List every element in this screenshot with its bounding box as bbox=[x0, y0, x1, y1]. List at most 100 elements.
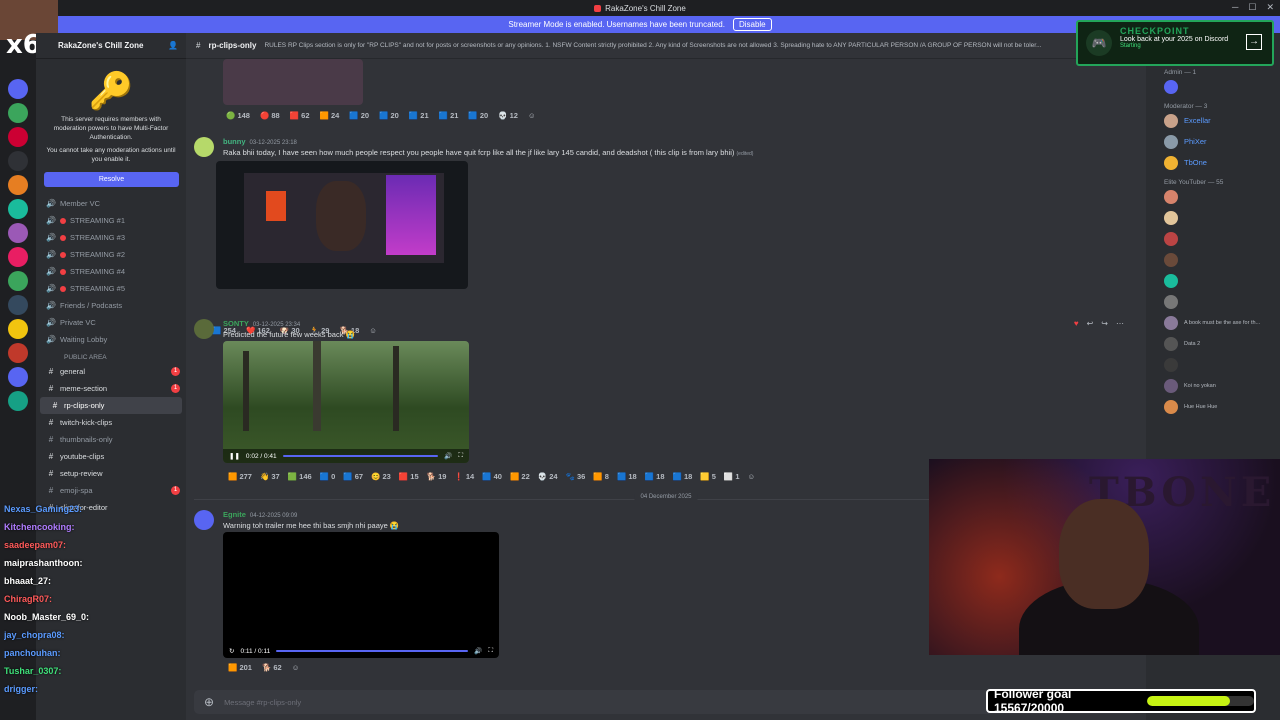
message-author[interactable]: SONTY 03-12-2025 23:34 bbox=[223, 319, 300, 328]
add-reaction-icon[interactable]: ☺ bbox=[748, 472, 756, 481]
voice-channel[interactable]: 🔊 Waiting Lobby bbox=[36, 331, 186, 348]
video-player[interactable]: ❚❚ 0:02 / 0:41 🔊 ⛶ bbox=[223, 341, 469, 463]
more-icon[interactable]: ⋯ bbox=[1116, 319, 1124, 328]
text-channel[interactable]: # twitch-kick-clips bbox=[36, 414, 186, 431]
reaction[interactable]: 🟧 24 bbox=[320, 111, 340, 120]
server-icon[interactable] bbox=[8, 223, 28, 243]
member-item[interactable] bbox=[1146, 186, 1280, 207]
previous-video-thumbnail[interactable] bbox=[223, 59, 363, 105]
reaction[interactable]: 🟦 21 bbox=[439, 111, 459, 120]
fullscreen-icon[interactable]: ⛶ bbox=[488, 647, 493, 655]
server-icon[interactable] bbox=[8, 79, 28, 99]
voice-channel[interactable]: 🔊 Private VC bbox=[36, 314, 186, 331]
reaction[interactable]: 💀 24 bbox=[538, 472, 558, 481]
heart-icon[interactable]: ♥ bbox=[1074, 319, 1079, 328]
server-icon[interactable] bbox=[8, 343, 28, 363]
add-member-icon[interactable]: 👤 bbox=[168, 41, 178, 50]
arrow-right-icon[interactable]: → bbox=[1246, 34, 1262, 50]
text-channel[interactable]: # youtube-clips bbox=[36, 448, 186, 465]
add-attachment-icon[interactable]: ⊕ bbox=[204, 695, 214, 709]
member-item[interactable]: Data 2 bbox=[1146, 333, 1280, 354]
voice-channel[interactable]: 🔊 Member VC bbox=[36, 195, 186, 212]
reaction[interactable]: 🟦 40 bbox=[482, 472, 502, 481]
member-item[interactable]: Hue Hue Hue bbox=[1146, 396, 1280, 417]
server-icon[interactable] bbox=[8, 247, 28, 267]
member-item[interactable] bbox=[1146, 228, 1280, 249]
reaction[interactable]: 🟧 22 bbox=[510, 472, 530, 481]
server-icon[interactable] bbox=[8, 295, 28, 315]
reaction[interactable]: 🟦 18 bbox=[673, 472, 693, 481]
volume-icon[interactable]: 🔊 bbox=[474, 647, 482, 655]
member-item[interactable] bbox=[1146, 76, 1280, 97]
reaction[interactable]: 🟥 15 bbox=[399, 472, 419, 481]
text-channel-active[interactable]: # rp-clips-only bbox=[40, 397, 182, 415]
message-author[interactable]: bunny 03-12-2025 23:18 bbox=[223, 137, 297, 146]
server-icon[interactable] bbox=[8, 151, 28, 171]
server-icon[interactable] bbox=[8, 103, 28, 123]
reaction[interactable]: 🟦 20 bbox=[468, 111, 488, 120]
reaction[interactable]: 🔴 88 bbox=[260, 111, 280, 120]
text-channel[interactable]: # meme-section 1 bbox=[36, 380, 186, 397]
member-item[interactable] bbox=[1146, 291, 1280, 312]
reaction[interactable]: 🟧 8 bbox=[593, 472, 609, 481]
voice-channel[interactable]: 🔊 STREAMING #2 bbox=[36, 246, 186, 263]
category-public-area[interactable]: PUBLIC AREA bbox=[36, 348, 186, 363]
server-header[interactable]: RakaZone's Chill Zone 👤 bbox=[36, 33, 186, 59]
server-icon[interactable] bbox=[8, 391, 28, 411]
text-channel[interactable]: # thumbnails-only bbox=[36, 431, 186, 448]
server-icon[interactable] bbox=[8, 175, 28, 195]
reaction[interactable]: 🟦 67 bbox=[343, 472, 363, 481]
member-item[interactable]: TbOne bbox=[1146, 152, 1280, 173]
reply-icon[interactable]: ↩ bbox=[1087, 319, 1094, 328]
reaction[interactable]: ❗ 14 bbox=[454, 472, 474, 481]
add-reaction-icon[interactable]: ☺ bbox=[528, 111, 536, 120]
resolve-button[interactable]: Resolve bbox=[44, 172, 179, 188]
text-channel[interactable]: # general 1 bbox=[36, 363, 186, 380]
reaction[interactable]: 🟦 18 bbox=[617, 472, 637, 481]
forward-icon[interactable]: ↪ bbox=[1101, 319, 1108, 328]
avatar[interactable] bbox=[194, 319, 214, 339]
reaction[interactable]: 🟨 5 bbox=[700, 472, 716, 481]
reaction[interactable]: 🟩 146 bbox=[288, 472, 312, 481]
voice-channel[interactable]: 🔊 STREAMING #4 bbox=[36, 263, 186, 280]
video-embed[interactable] bbox=[216, 161, 468, 289]
member-item[interactable] bbox=[1146, 249, 1280, 270]
server-icon[interactable] bbox=[8, 367, 28, 387]
reaction[interactable]: 🟥 62 bbox=[290, 111, 310, 120]
message-author[interactable]: Egnite 04-12-2025 09:09 bbox=[223, 510, 297, 519]
reaction[interactable]: 🟦 18 bbox=[645, 472, 665, 481]
pause-icon[interactable]: ❚❚ bbox=[229, 452, 240, 460]
reaction[interactable]: 🟢 148 bbox=[226, 111, 250, 120]
disable-button[interactable]: Disable bbox=[732, 18, 772, 31]
reaction[interactable]: 🟦 20 bbox=[349, 111, 369, 120]
reaction[interactable]: 🐕 19 bbox=[427, 472, 447, 481]
voice-channel[interactable]: 🔊 STREAMING #3 bbox=[36, 229, 186, 246]
member-item[interactable] bbox=[1146, 270, 1280, 291]
server-icon[interactable] bbox=[8, 319, 28, 339]
volume-icon[interactable]: 🔊 bbox=[444, 452, 452, 460]
reaction[interactable]: 👋 37 bbox=[260, 472, 280, 481]
reaction[interactable]: 🐾 36 bbox=[566, 472, 586, 481]
reaction[interactable]: 🐕 62 bbox=[262, 663, 282, 672]
video-progress[interactable] bbox=[276, 650, 469, 652]
server-icon[interactable] bbox=[8, 271, 28, 291]
member-item[interactable] bbox=[1146, 207, 1280, 228]
replay-icon[interactable]: ↻ bbox=[229, 647, 234, 655]
member-item[interactable]: A book must be the axe for th... bbox=[1146, 312, 1280, 333]
server-icon[interactable] bbox=[8, 199, 28, 219]
reaction[interactable]: 💀 12 bbox=[498, 111, 518, 120]
video-progress[interactable] bbox=[282, 455, 439, 457]
reaction[interactable]: ⬜ 1 bbox=[724, 472, 740, 481]
member-item[interactable] bbox=[1146, 354, 1280, 375]
text-channel[interactable]: # emoji-spa 1 bbox=[36, 482, 186, 499]
maximize-icon[interactable]: ☐ bbox=[1248, 2, 1256, 13]
voice-channel[interactable]: 🔊 Friends / Podcasts bbox=[36, 297, 186, 314]
avatar[interactable] bbox=[194, 137, 214, 157]
member-item[interactable]: PhiXer bbox=[1146, 131, 1280, 152]
reaction[interactable]: 🟧 277 bbox=[228, 472, 252, 481]
checkpoint-link[interactable]: Starting bbox=[1120, 43, 1266, 49]
voice-channel[interactable]: 🔊 STREAMING #1 bbox=[36, 212, 186, 229]
close-icon[interactable]: ✕ bbox=[1266, 2, 1274, 13]
minimize-icon[interactable]: ─ bbox=[1232, 2, 1238, 13]
video-player[interactable]: ↻ 0:11 / 0:11 🔊 ⛶ bbox=[223, 532, 499, 658]
